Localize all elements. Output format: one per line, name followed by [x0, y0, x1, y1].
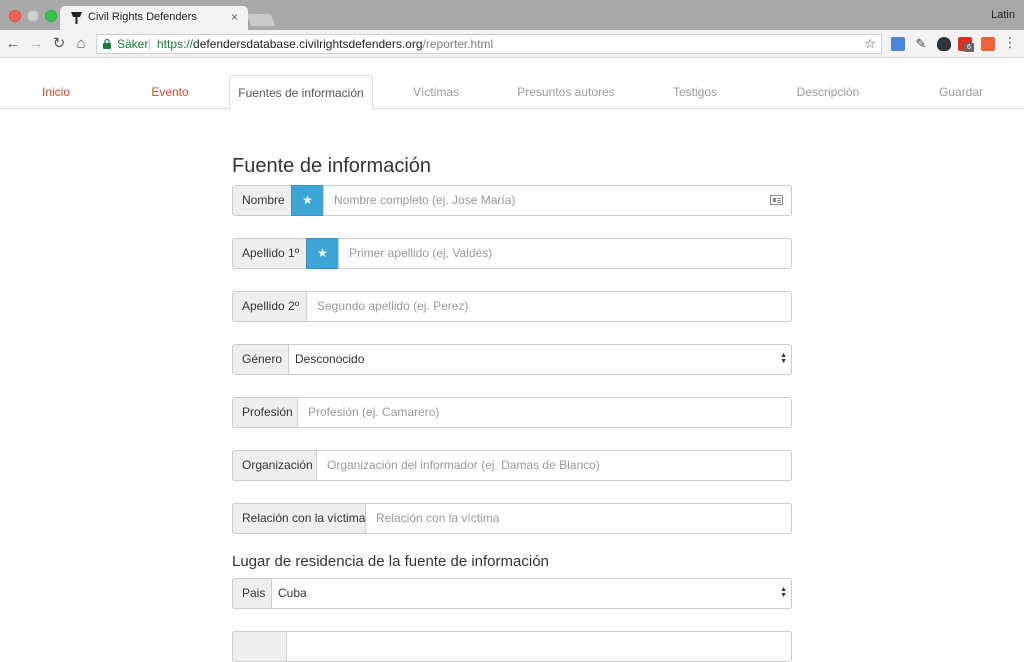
profesion-label: Profesión — [232, 397, 298, 428]
tab-inicio[interactable]: Inicio — [0, 75, 112, 109]
pais-select[interactable]: Cuba ▲ ▼ — [271, 578, 792, 609]
apellido1-label: Apellido 1º — [232, 238, 307, 269]
organizacion-input[interactable]: Organización del informador (ej. Damas d… — [316, 450, 792, 481]
tab-testigos[interactable]: Testigos — [640, 75, 750, 109]
extension-badge: 6 — [964, 43, 974, 52]
url-text: https://defendersdatabase.civilrightsdef… — [157, 35, 493, 53]
close-window-button[interactable] — [9, 10, 21, 22]
organizacion-label: Organización — [232, 450, 317, 481]
apellido2-label: Apellido 2º — [232, 291, 307, 322]
select-caret-icon: ▲ ▼ — [780, 586, 787, 599]
page-nav-tabs: Inicio Evento Fuentes de información Víc… — [0, 58, 1024, 110]
apellido2-row: Apellido 2º Segundo apellido (ej. Perez) — [232, 291, 792, 322]
nombre-label: Nombre — [232, 185, 292, 216]
genero-value: Desconocido — [295, 352, 365, 366]
minimize-window-button[interactable] — [27, 10, 39, 22]
profesion-placeholder: Profesión (ej. Camarero) — [308, 405, 440, 419]
reload-icon[interactable]: ↻ — [50, 35, 68, 53]
profesion-input[interactable]: Profesión (ej. Camarero) — [297, 397, 792, 428]
tab-guardar[interactable]: Guardar — [906, 75, 1016, 109]
genero-row: Género Desconocido ▲ ▼ — [232, 344, 792, 375]
zoom-window-button[interactable] — [45, 10, 57, 22]
residence-section-title: Lugar de residencia de la fuente de info… — [232, 553, 549, 570]
bookmark-star-icon[interactable]: ☆ — [864, 35, 876, 53]
apellido1-input[interactable]: Primer apellido (ej. Valdés) — [338, 238, 792, 269]
profile-name[interactable]: Latin — [991, 9, 1015, 21]
tab-fuentes-de-informacion[interactable]: Fuentes de información — [229, 75, 373, 110]
apellido2-input[interactable]: Segundo apellido (ej. Perez) — [306, 291, 792, 322]
url-path: /reporter.html — [422, 37, 494, 51]
tab-presuntos-autores[interactable]: Presuntos autores — [506, 75, 626, 109]
select-caret-icon: ▲ ▼ — [780, 352, 787, 365]
address-bar[interactable]: Säker https://defendersdatabase.civilrig… — [96, 34, 882, 54]
apellido1-row: Apellido 1º ★ Primer apellido (ej. Valdé… — [232, 238, 792, 269]
next-row-label — [232, 631, 287, 662]
extension-mail-icon[interactable]: 6 — [958, 37, 974, 52]
genero-label: Género — [232, 344, 289, 375]
nombre-input[interactable]: Nombre completo (ej. Jose María) — [323, 185, 792, 216]
profesion-row: Profesión Profesión (ej. Camarero) — [232, 397, 792, 428]
nombre-row: Nombre ★ Nombre completo (ej. Jose María… — [232, 185, 792, 216]
relacion-placeholder: Relación con la víctima — [376, 511, 500, 525]
new-tab-button[interactable] — [246, 14, 276, 26]
home-icon[interactable]: ⌂ — [72, 35, 90, 53]
lock-icon — [103, 39, 111, 49]
next-row-partial — [232, 631, 792, 662]
relacion-label: Relación con la víctima — [232, 503, 366, 534]
extension-evernote-icon[interactable] — [937, 37, 951, 51]
pais-row: Pais Cuba ▲ ▼ — [232, 578, 792, 609]
url-host: defendersdatabase.civilrightsdefenders.o… — [193, 37, 423, 51]
contact-card-icon[interactable] — [770, 195, 783, 205]
menu-icon[interactable]: ⋮ — [1003, 34, 1017, 51]
pais-label: Pais — [232, 578, 272, 609]
secure-label: Säker — [117, 37, 149, 51]
relacion-input[interactable]: Relación con la víctima — [365, 503, 792, 534]
pais-value: Cuba — [278, 586, 307, 600]
back-icon[interactable]: ← — [4, 35, 22, 53]
browser-tab-title: Civil Rights Defenders — [88, 11, 197, 23]
next-row-input[interactable] — [286, 631, 792, 662]
forward-icon[interactable]: → — [27, 35, 45, 53]
nombre-placeholder: Nombre completo (ej. Jose María) — [334, 193, 516, 207]
organizacion-row: Organización Organización del informador… — [232, 450, 792, 481]
tab-victimas[interactable]: Víctimas — [380, 75, 492, 109]
extension-clipper-icon[interactable] — [981, 37, 995, 51]
form-title: Fuente de información — [232, 155, 432, 177]
address-separator — [149, 38, 150, 51]
tab-evento[interactable]: Evento — [114, 75, 226, 109]
extension-calendar-icon[interactable] — [891, 37, 905, 51]
browser-tab-active[interactable]: Civil Rights Defenders × — [60, 6, 248, 30]
relacion-row: Relación con la víctima Relación con la … — [232, 503, 792, 534]
required-star-icon: ★ — [291, 185, 324, 216]
browser-toolbar: ← → ↻ ⌂ Säker https://defendersdatabase.… — [0, 30, 1024, 58]
window-titlebar: Civil Rights Defenders × Latin — [0, 0, 1024, 30]
extension-feather-icon[interactable]: ✎ — [914, 37, 928, 51]
civil-rights-defenders-logo-icon — [71, 12, 82, 24]
tab-close-icon[interactable]: × — [231, 10, 238, 24]
apellido1-placeholder: Primer apellido (ej. Valdés) — [349, 246, 493, 260]
url-scheme: https:// — [157, 37, 194, 51]
apellido2-placeholder: Segundo apellido (ej. Perez) — [317, 299, 469, 313]
organizacion-placeholder: Organización del informador (ej. Damas d… — [327, 458, 600, 472]
tab-descripcion[interactable]: Descripción — [770, 75, 886, 109]
required-star-icon: ★ — [306, 238, 339, 269]
genero-select[interactable]: Desconocido ▲ ▼ — [288, 344, 792, 375]
